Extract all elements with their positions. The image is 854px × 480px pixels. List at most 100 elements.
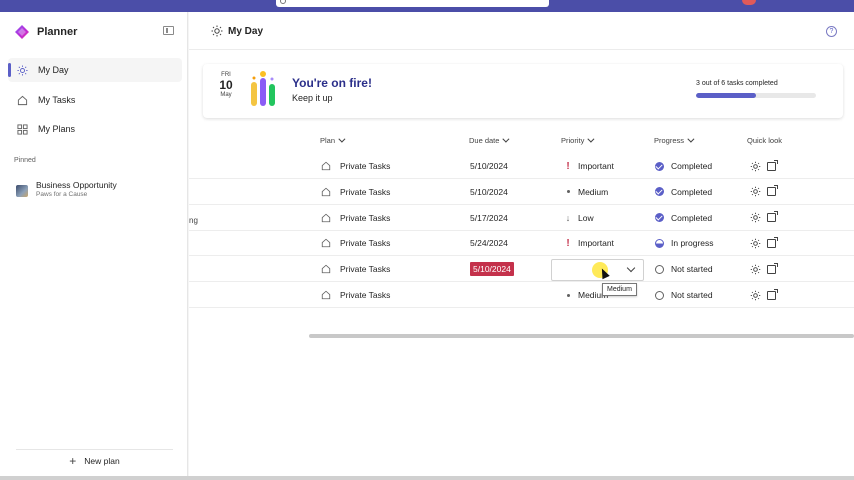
page-header: My Day ? — [189, 12, 854, 50]
home-icon — [321, 161, 331, 171]
due-date-cell[interactable]: 5/17/2024 — [470, 205, 508, 231]
exclamation-icon: ! — [566, 237, 570, 249]
progress-label: Completed — [671, 212, 713, 223]
grid-icon — [16, 123, 28, 135]
open-details-icon[interactable] — [767, 159, 778, 171]
horizontal-scrollbar[interactable] — [309, 334, 854, 338]
priority-cell[interactable]: Medium — [563, 179, 608, 205]
column-header-plan[interactable]: Plan — [320, 135, 346, 145]
completed-icon — [655, 213, 664, 223]
plan-cell[interactable]: Private Tasks — [321, 179, 390, 205]
avatar[interactable] — [742, 0, 756, 5]
open-details-icon[interactable] — [767, 262, 778, 274]
home-icon — [321, 290, 331, 300]
search-icon — [280, 0, 286, 4]
open-details-icon[interactable] — [767, 211, 778, 223]
progress-label: Not started — [671, 264, 713, 275]
plus-icon: + — [69, 453, 77, 468]
sun-icon[interactable] — [750, 186, 761, 197]
column-label: Plan — [320, 136, 336, 145]
plan-cell[interactable]: Private Tasks — [321, 256, 390, 282]
chevron-down-icon — [626, 263, 636, 273]
column-header-priority[interactable]: Priority — [561, 135, 595, 145]
progress-cell[interactable]: Not started — [655, 256, 713, 282]
plan-cell[interactable]: Private Tasks — [321, 205, 390, 231]
plan-name: Private Tasks — [340, 290, 391, 300]
tasks-progress-fill — [696, 93, 756, 98]
dot-icon — [563, 190, 573, 194]
priority-cell[interactable]: ! Important — [563, 153, 614, 179]
plan-cell[interactable]: Private Tasks — [321, 230, 390, 256]
column-header-due-date[interactable]: Due date — [469, 135, 510, 145]
motivation-banner: FRI 10 May You're on fire! Keep it up 3 … — [203, 64, 843, 118]
app-name: Planner — [37, 26, 78, 38]
pinned-plan-item[interactable]: Business Opportunity Paws for a Cause — [16, 180, 117, 198]
sun-icon[interactable] — [750, 264, 761, 275]
sidebar-item-my-plans[interactable]: My Plans — [8, 117, 182, 141]
progress-cell[interactable]: In progress — [655, 230, 714, 256]
tasks-progress-bar — [696, 93, 816, 98]
progress-label: In progress — [671, 238, 714, 249]
table-row[interactable]: Private Tasks Medium Not started — [189, 282, 854, 308]
open-details-icon[interactable] — [767, 185, 778, 197]
table-row[interactable]: Private Tasks 5/17/2024 ↓ Low Completed — [189, 205, 854, 231]
plan-thumbnail — [16, 185, 28, 197]
new-plan-button[interactable]: + New plan — [16, 449, 173, 471]
column-label: Due date — [469, 136, 500, 145]
quick-look-cell — [750, 153, 778, 179]
sun-icon[interactable] — [750, 212, 761, 223]
due-date-overdue: 5/10/2024 — [470, 262, 514, 277]
bottom-edge — [0, 476, 854, 480]
progress-cell[interactable]: Not started — [655, 282, 713, 308]
chevron-down-icon — [587, 135, 595, 143]
dot-icon — [563, 293, 573, 297]
open-details-icon[interactable] — [767, 288, 778, 300]
sun-icon[interactable] — [750, 161, 761, 172]
sidebar-item-my-day[interactable]: My Day — [8, 58, 182, 82]
chevron-down-icon — [502, 135, 510, 143]
search-box[interactable] — [276, 0, 549, 7]
home-icon — [321, 264, 331, 274]
due-date: 5/17/2024 — [470, 212, 508, 223]
plan-name: Private Tasks — [340, 212, 391, 223]
sun-icon[interactable] — [750, 290, 761, 301]
open-details-icon[interactable] — [767, 236, 778, 248]
collapse-sidebar-icon[interactable] — [163, 26, 174, 35]
plan-cell[interactable]: Private Tasks — [321, 282, 390, 308]
column-header-quick-look: Quick look — [747, 136, 782, 145]
priority-cell[interactable]: ! Important — [563, 230, 614, 256]
column-label: Quick look — [747, 136, 783, 145]
sidebar-item-label: My Tasks — [38, 95, 76, 105]
completed-icon — [655, 187, 664, 197]
home-icon — [321, 239, 331, 248]
arrow-down-icon: ↓ — [565, 212, 571, 223]
quick-look-cell — [750, 256, 778, 282]
priority-label: Important — [578, 161, 614, 171]
plan-name: Private Tasks — [340, 186, 391, 197]
half-circle-icon — [655, 238, 664, 248]
sidebar-item-label: My Day — [38, 65, 69, 75]
banner-subtext: Keep it up — [292, 93, 333, 103]
table-row[interactable]: Private Tasks5/10/2024MediumNot started — [189, 256, 854, 283]
progress-label: Completed — [671, 186, 713, 197]
progress-cell[interactable]: Completed — [655, 179, 712, 205]
table-row[interactable]: Private Tasks 5/10/2024 Medium Completed — [189, 179, 854, 205]
help-icon[interactable]: ? — [826, 26, 837, 37]
due-date-cell[interactable]: 5/10/2024 — [470, 256, 514, 282]
due-date-cell[interactable]: 5/24/2024 — [470, 230, 508, 256]
due-date-cell[interactable]: 5/10/2024 — [470, 179, 508, 205]
progress-cell[interactable]: Completed — [655, 153, 712, 179]
column-header-progress[interactable]: Progress — [654, 135, 695, 145]
pinned-plan-title: Business Opportunity — [36, 180, 117, 190]
sun-icon[interactable] — [750, 238, 761, 249]
progress-cell[interactable]: Completed — [655, 205, 712, 231]
priority-cell[interactable]: ↓ Low — [563, 205, 594, 231]
table-row[interactable]: Private Tasks 5/10/2024 ! Important Complete… — [189, 153, 854, 179]
sidebar-item-my-tasks[interactable]: My Tasks — [8, 88, 182, 112]
table-row[interactable]: Private Tasks 5/24/2024 ! Important In progr… — [189, 230, 854, 257]
plan-cell[interactable]: Private Tasks — [321, 153, 390, 179]
brand: Planner — [14, 24, 77, 40]
quick-look-cell — [750, 230, 778, 256]
top-bar — [0, 0, 854, 12]
due-date-cell[interactable]: 5/10/2024 — [470, 153, 508, 179]
